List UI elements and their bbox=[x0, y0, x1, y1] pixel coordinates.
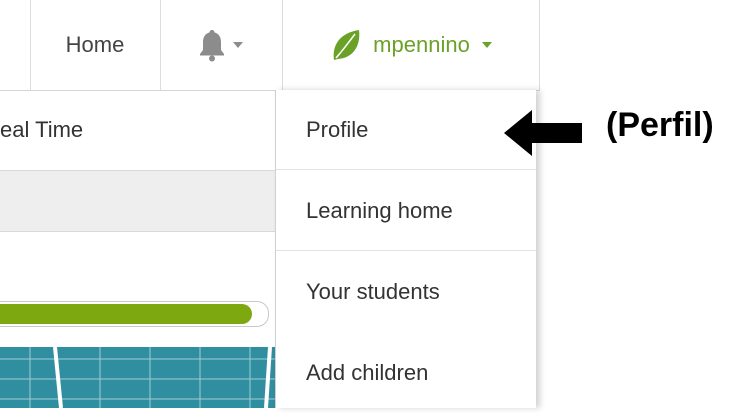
chevron-down-icon bbox=[233, 42, 243, 48]
realtime-header-row: eal Time bbox=[0, 90, 275, 171]
nav-separator bbox=[539, 0, 540, 90]
right-gutter bbox=[540, 0, 745, 408]
mastery-chart bbox=[0, 347, 275, 408]
user-menu-button[interactable]: mpennino bbox=[283, 0, 540, 90]
menu-item-label: Learning home bbox=[306, 197, 453, 223]
grey-band bbox=[0, 171, 275, 232]
menu-item-label: Your students bbox=[306, 279, 440, 304]
progress-bar bbox=[0, 301, 269, 327]
menu-item-profile[interactable]: Profile bbox=[276, 90, 536, 170]
leaf-icon bbox=[333, 30, 360, 60]
home-link[interactable]: Home bbox=[30, 0, 160, 90]
menu-item-label: Add children bbox=[306, 360, 429, 385]
notifications-button[interactable] bbox=[160, 0, 282, 90]
annotation-label: (Perfil) bbox=[606, 106, 714, 144]
menu-item-your-students[interactable]: Your students bbox=[276, 252, 536, 332]
realtime-label: eal Time bbox=[0, 117, 84, 142]
user-dropdown-menu: Profile Learning home Your students Add … bbox=[275, 90, 536, 408]
bell-icon bbox=[200, 30, 224, 62]
progress-fill bbox=[0, 304, 252, 324]
annotation-arrow-icon bbox=[504, 110, 582, 156]
top-nav: Home mpennino bbox=[0, 0, 540, 91]
menu-item-learning-home[interactable]: Learning home bbox=[276, 171, 536, 251]
menu-item-label: Profile bbox=[306, 116, 369, 142]
username-label: mpennino bbox=[373, 32, 470, 57]
chevron-down-icon bbox=[481, 42, 492, 48]
menu-item-add-children[interactable]: Add children bbox=[276, 333, 536, 413]
